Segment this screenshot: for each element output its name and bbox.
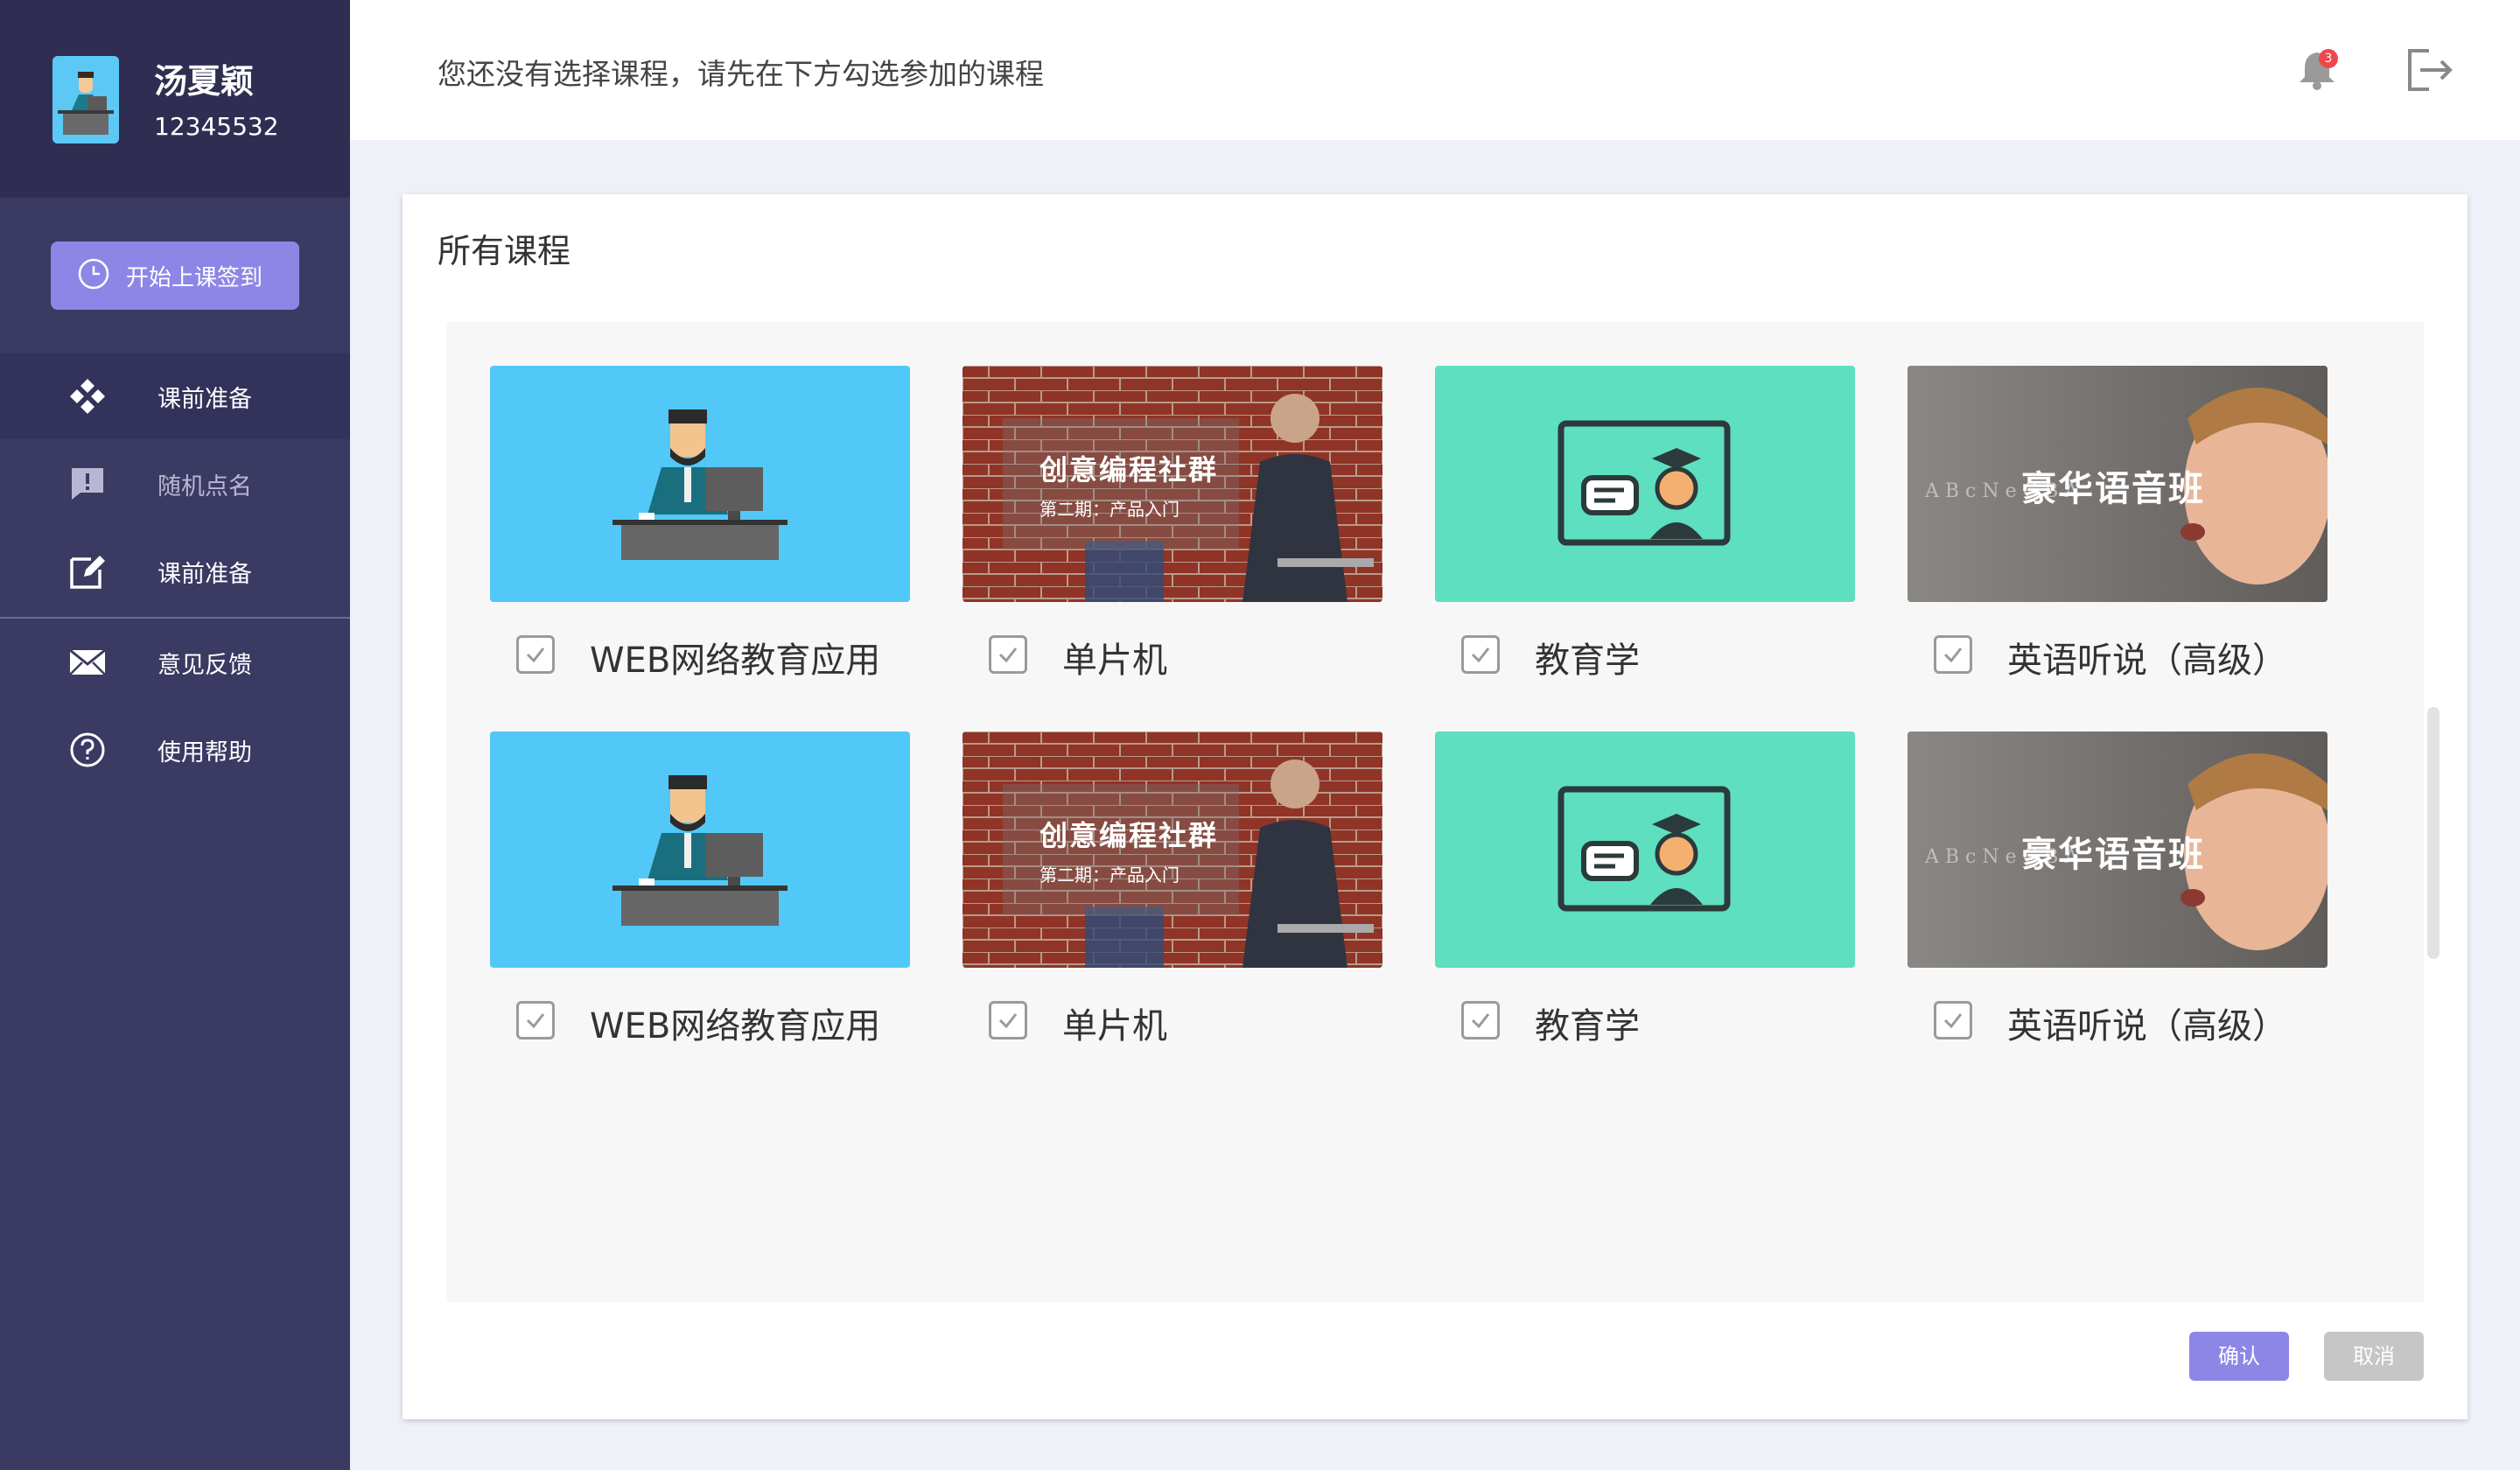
course-thumbnail-coding[interactable]: 创意编程社群 第二期：产品入门 (962, 366, 1382, 602)
course-overlay-title: 创意编程社群 (1040, 453, 1219, 486)
course-checkbox[interactable] (989, 1001, 1027, 1040)
start-checkin-label: 开始上课签到 (126, 264, 263, 291)
course-thumbnail-graduate[interactable] (1435, 732, 1855, 968)
course-name: 英语听说（高级） (2007, 1006, 2287, 1046)
mail-icon (66, 641, 108, 683)
course-name: 单片机 (1062, 1006, 1167, 1046)
course-thumbnail-coding[interactable]: 创意编程社群 第二期：产品入门 (962, 732, 1382, 968)
alert-message-icon (66, 463, 108, 505)
course-grid-panel: WEB网络教育应用 创意编程社群 第二期：产品入门 单片机 教育学 A B c … (446, 322, 2440, 1302)
sidebar-item-prep[interactable]: 课前准备 (0, 354, 350, 439)
course-checkbox[interactable] (1934, 1001, 1972, 1040)
course-overlay-title: 豪华语音班 (2021, 835, 2205, 875)
course-checkbox[interactable] (1461, 635, 1500, 674)
notification-badge: 3 (2319, 49, 2338, 68)
course-name: 教育学 (1535, 640, 1640, 681)
profile-panel: 汤夏颖 12345532 (0, 0, 350, 198)
diamond-grid-icon (66, 375, 108, 417)
sidebar-divider (0, 617, 350, 619)
logout-icon[interactable] (2403, 44, 2455, 96)
course-item: 教育学 (1435, 366, 1855, 681)
course-name: 单片机 (1062, 640, 1167, 681)
cancel-button[interactable]: 取消 (2324, 1332, 2424, 1381)
sidebar-item-random-call[interactable]: 随机点名 (0, 441, 350, 527)
course-thumbnail-graduate[interactable] (1435, 366, 1855, 602)
course-overlay-title: 豪华语音班 (2021, 469, 2205, 509)
course-thumbnail-teacher-desk[interactable] (490, 732, 910, 968)
course-thumbnail-teacher-desk[interactable] (490, 366, 910, 602)
course-item: A B c N e G B A 豪华语音班 英语听说（高级） (1908, 366, 2328, 681)
course-overlay-subtitle: 第二期：产品入门 (1040, 864, 1180, 886)
course-name: WEB网络教育应用 (590, 1006, 881, 1046)
avatar[interactable] (52, 56, 119, 144)
sidebar-item-label: 随机点名 (158, 472, 252, 500)
course-item: 教育学 (1435, 732, 1855, 1046)
course-item: 创意编程社群 第二期：产品入门 单片机 (962, 366, 1382, 681)
course-name: 教育学 (1535, 1006, 1640, 1046)
sidebar-item-label: 意见反馈 (158, 651, 252, 679)
course-checkbox[interactable] (516, 1001, 555, 1040)
sidebar-item-label: 课前准备 (158, 385, 252, 413)
course-checkbox[interactable] (989, 635, 1027, 674)
edit-icon (66, 550, 108, 592)
help-icon (66, 729, 108, 771)
course-overlay-subtitle: 第二期：产品入门 (1040, 499, 1180, 520)
course-checkbox[interactable] (1461, 1001, 1500, 1040)
card-title: 所有课程 (438, 232, 571, 270)
clock-icon (77, 257, 110, 294)
sidebar-item-label: 使用帮助 (158, 738, 252, 766)
top-header: 您还没有选择课程，请先在下方勾选参加的课程 3 (350, 0, 2520, 140)
course-thumbnail-child-speaking[interactable]: A B c N e G B A 豪华语音班 (1908, 732, 2328, 968)
user-name: 汤夏颖 (154, 62, 255, 101)
course-item: WEB网络教育应用 (490, 366, 910, 681)
sidebar-item-label: 课前准备 (158, 560, 252, 588)
sidebar: 汤夏颖 12345532 开始上课签到 课前准备 随机点名 课前准备 意见反馈 (0, 0, 350, 1470)
course-notice: 您还没有选择课程，请先在下方勾选参加的课程 (438, 57, 1044, 91)
start-checkin-button[interactable]: 开始上课签到 (51, 242, 299, 310)
sidebar-item-help[interactable]: 使用帮助 (0, 707, 350, 793)
course-thumbnail-child-speaking[interactable]: A B c N e G B A 豪华语音班 (1908, 366, 2328, 602)
sidebar-item-feedback[interactable]: 意见反馈 (0, 620, 350, 705)
course-item: WEB网络教育应用 (490, 732, 910, 1046)
course-item: 创意编程社群 第二期：产品入门 单片机 (962, 732, 1382, 1046)
sidebar-item-prep-2[interactable]: 课前准备 (0, 528, 350, 614)
course-checkbox[interactable] (1934, 635, 1972, 674)
course-name: 英语听说（高级） (2007, 640, 2287, 681)
user-id: 12345532 (154, 112, 279, 141)
scrollbar[interactable] (2427, 707, 2440, 959)
course-name: WEB网络教育应用 (590, 640, 881, 681)
course-item: A B c N e G B A 豪华语音班 英语听说（高级） (1908, 732, 2328, 1046)
course-checkbox[interactable] (516, 635, 555, 674)
course-overlay-title: 创意编程社群 (1040, 819, 1219, 852)
confirm-button[interactable]: 确认 (2189, 1332, 2289, 1381)
course-card: 所有课程 WEB网络教育应用 创意编程社群 第二期：产品入门 单片机 教育学 A… (402, 194, 2468, 1419)
